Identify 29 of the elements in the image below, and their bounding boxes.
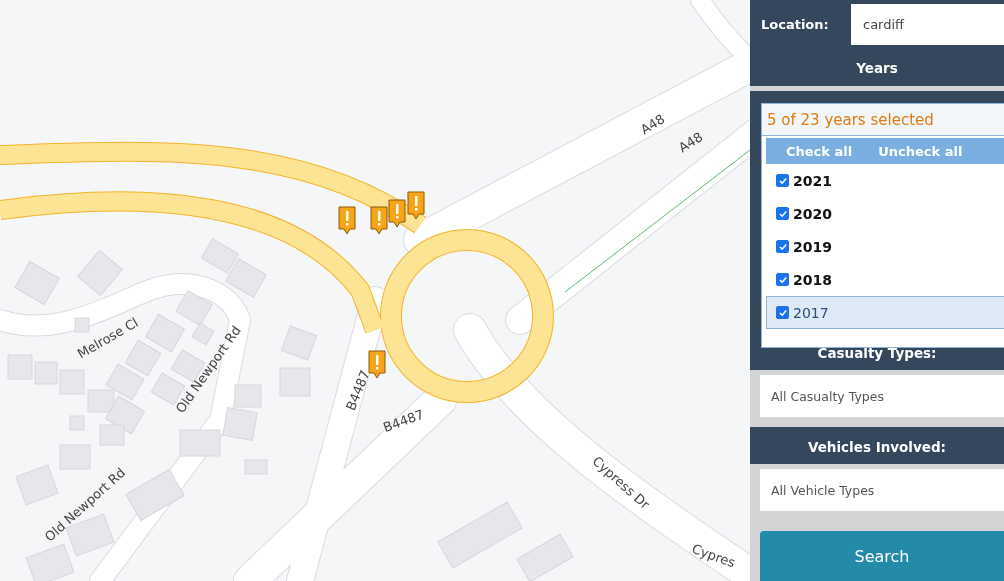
year-option[interactable]: 2017 bbox=[766, 296, 1004, 329]
year-label: 2017 bbox=[793, 304, 829, 321]
road-label: A48 bbox=[675, 129, 706, 156]
accident-marker-icon[interactable] bbox=[368, 350, 386, 379]
checkbox[interactable] bbox=[776, 240, 789, 253]
vehicle-types-select[interactable]: All Vehicle Types bbox=[760, 469, 1004, 511]
year-option[interactable]: 2020 bbox=[766, 197, 1004, 230]
checkbox[interactable] bbox=[776, 174, 789, 187]
year-label: 2019 bbox=[793, 238, 832, 255]
year-label: 2021 bbox=[793, 172, 832, 189]
year-option[interactable]: 2021 bbox=[766, 164, 1004, 197]
accident-marker-icon[interactable] bbox=[338, 206, 356, 235]
road-label: A48 bbox=[637, 111, 668, 138]
vehicles-header: Vehicles Involved: bbox=[750, 427, 1004, 464]
years-header: Years bbox=[750, 49, 1004, 86]
location-label: Location: bbox=[761, 17, 830, 33]
road-label: B4487 bbox=[343, 368, 373, 413]
year-option[interactable]: 2019 bbox=[766, 230, 1004, 263]
casualty-types-select[interactable]: All Casualty Types bbox=[760, 375, 1004, 418]
year-label: 2018 bbox=[793, 271, 832, 288]
accident-marker-icon[interactable] bbox=[388, 199, 406, 228]
location-input[interactable]: cardiff bbox=[851, 4, 1004, 46]
checkbox[interactable] bbox=[776, 273, 789, 286]
year-option[interactable]: 2018 bbox=[766, 263, 1004, 296]
checkbox[interactable] bbox=[776, 306, 789, 319]
search-button[interactable]: Search bbox=[760, 531, 1004, 581]
accident-marker-icon[interactable] bbox=[370, 206, 388, 235]
year-label: 2020 bbox=[793, 205, 832, 222]
checkbox[interactable] bbox=[776, 207, 789, 220]
